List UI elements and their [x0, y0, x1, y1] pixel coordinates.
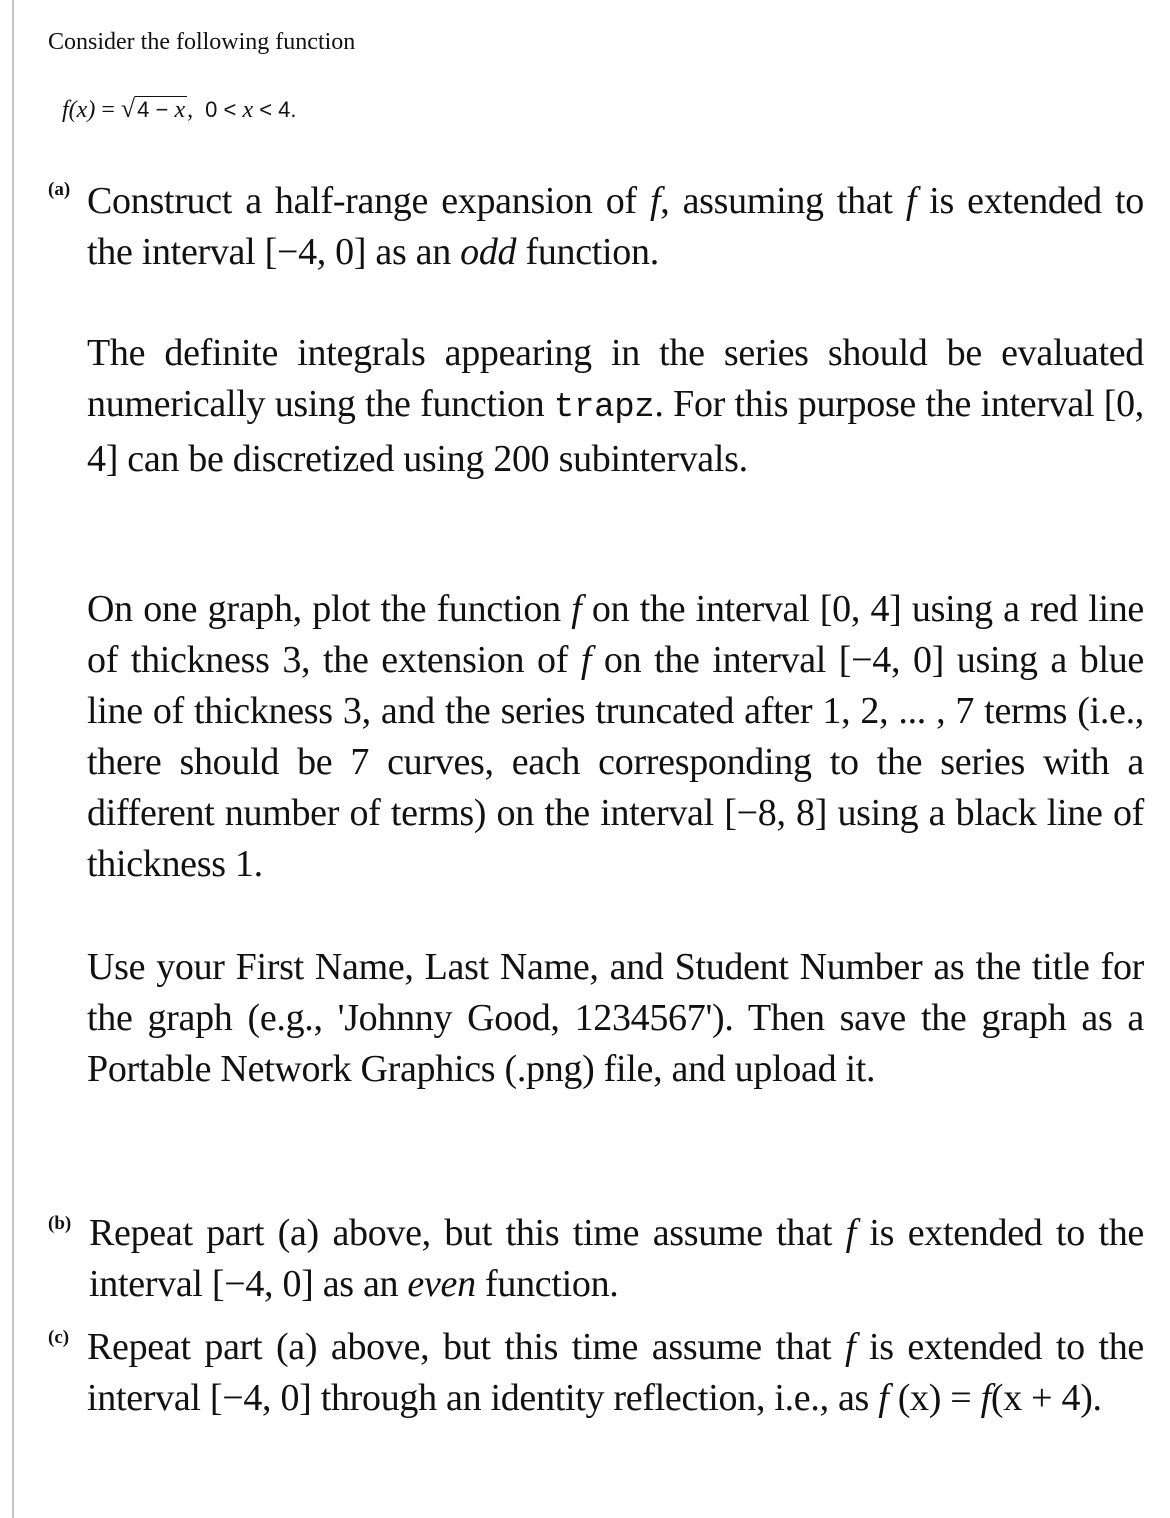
part-a-paragraph-3: On one graph, plot the function f on the…	[87, 584, 1144, 890]
domain-condition: 0 < x < 4.	[205, 97, 297, 123]
part-c-label: (c)	[48, 1327, 70, 1348]
math-f: f	[649, 180, 661, 222]
part-a-label: (a)	[48, 179, 71, 200]
condition-upper: < 4.	[259, 97, 297, 122]
left-border-rule	[12, 0, 14, 1518]
text-span: On one graph, plot the function	[87, 588, 572, 630]
text-span: Repeat part (a) above, but this time ass…	[89, 1212, 846, 1254]
math-f: f	[905, 180, 917, 222]
radicand-variable: x	[174, 97, 186, 123]
math-f: f	[980, 1377, 992, 1419]
equation-separator: ,	[187, 97, 194, 123]
text-span: Construct a half-range expansion of	[87, 180, 650, 222]
math-f: f	[571, 588, 582, 630]
math-f: f	[878, 1377, 889, 1419]
part-b-paragraph: Repeat part (a) above, but this time ass…	[89, 1208, 1144, 1310]
condition-variable: x	[242, 97, 254, 123]
square-root-icon: √	[120, 94, 136, 123]
text-span: (x + 4).	[990, 1377, 1102, 1419]
code-trapz: trapz	[553, 389, 655, 427]
emphasis-odd: odd	[460, 231, 517, 273]
math-f: f	[845, 1326, 856, 1368]
equation-equals: =	[101, 97, 115, 123]
part-c-paragraph: Repeat part (a) above, but this time ass…	[87, 1322, 1144, 1424]
radicand-constant: 4 −	[137, 97, 175, 122]
intro-text: Consider the following function	[48, 29, 356, 55]
emphasis-even: even	[407, 1263, 476, 1305]
math-f: f	[580, 639, 592, 681]
part-b-label: (b)	[48, 1213, 72, 1234]
text-span: function.	[516, 231, 659, 273]
math-f: f	[845, 1212, 857, 1254]
text-span: Repeat part (a) above, but this time ass…	[87, 1326, 845, 1368]
part-a-paragraph-4: Use your First Name, Last Name, and Stud…	[87, 946, 1144, 1090]
part-a-paragraph-1: Construct a half-range expansion of f, a…	[87, 176, 1144, 278]
equation-lhs: f(x)	[62, 97, 96, 123]
part-a-paragraph-2: The definite integrals appearing in the …	[87, 328, 1144, 485]
condition-lower: 0 <	[205, 97, 237, 122]
text-span: function.	[475, 1263, 619, 1305]
function-definition: f(x) = √4 − x, 0 < x < 4.	[62, 92, 297, 127]
text-span: (x) =	[888, 1377, 981, 1419]
equation-radicand: 4 − x	[135, 96, 188, 123]
text-span: , assuming that	[660, 180, 906, 222]
